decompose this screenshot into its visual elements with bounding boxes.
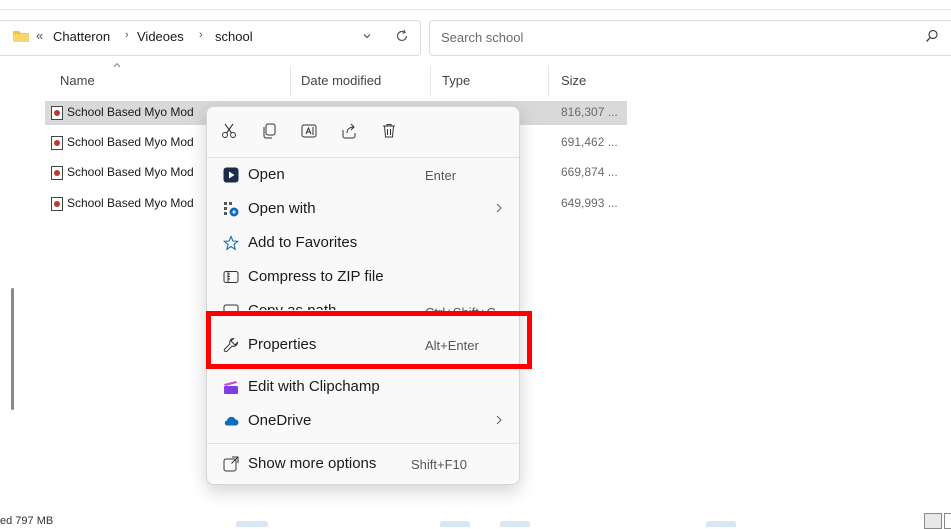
menu-item-shortcut: Enter — [425, 168, 457, 183]
taskbar-item[interactable] — [706, 521, 736, 527]
refresh-icon[interactable] — [395, 29, 409, 43]
rename-button[interactable] — [295, 117, 323, 145]
star-icon — [223, 235, 239, 251]
file-size: 691,462 ... — [561, 135, 618, 149]
menu-item-label: Open — [248, 166, 285, 183]
menu-item-label: Compress to ZIP file — [248, 268, 384, 285]
media-player-icon — [223, 167, 239, 183]
submenu-arrow-icon — [495, 414, 503, 426]
menu-separator — [207, 157, 519, 158]
taskbar-item[interactable] — [236, 521, 268, 527]
menu-item-open-with[interactable]: Open with — [211, 193, 515, 225]
column-divider[interactable] — [548, 66, 549, 96]
share-icon — [335, 122, 363, 140]
cut-icon — [215, 122, 243, 140]
breadcrumb-chatteron[interactable]: Chatteron — [53, 29, 110, 44]
folder-icon — [12, 28, 30, 44]
breadcrumb-separator: › — [199, 29, 203, 41]
video-file-icon — [51, 106, 63, 120]
column-divider[interactable] — [430, 66, 431, 96]
clipchamp-icon — [223, 379, 239, 395]
menu-item-label: Copy as path — [248, 302, 336, 310]
open-with-icon — [223, 201, 239, 217]
video-file-icon — [51, 136, 63, 150]
cut-button[interactable] — [215, 117, 243, 145]
breadcrumb-school[interactable]: school — [215, 29, 253, 44]
menu-item-label: Open with — [248, 200, 316, 217]
column-header-type[interactable]: Type — [442, 73, 470, 88]
menu-item-show-more-options[interactable]: Show more options Shift+F10 — [211, 448, 515, 480]
copy-path-icon — [223, 303, 239, 311]
submenu-arrow-icon — [495, 202, 503, 214]
taskbar-item[interactable] — [440, 521, 470, 527]
copy-icon — [255, 122, 283, 140]
delete-icon — [375, 122, 403, 140]
file-size: 816,307 ... — [561, 105, 618, 119]
menu-separator — [207, 443, 519, 444]
delete-button[interactable] — [375, 117, 403, 145]
file-name: School Based Myo Mod — [67, 105, 194, 119]
breadcrumb-overflow[interactable]: « — [36, 28, 43, 43]
file-size: 649,993 ... — [561, 196, 618, 210]
file-size: 669,874 ... — [561, 165, 618, 179]
context-menu: Open Enter Open with Add to Favorites Co… — [206, 106, 520, 485]
sort-ascending-icon — [112, 61, 122, 69]
search-icon[interactable] — [925, 29, 939, 43]
column-header-name[interactable]: Name — [60, 73, 95, 88]
title-divider — [0, 9, 951, 10]
file-name: School Based Myo Mod — [67, 196, 194, 210]
status-selection-size: ed 797 MB — [0, 515, 54, 527]
rename-icon — [295, 122, 323, 140]
more-options-icon — [223, 456, 239, 472]
breadcrumb-videoes[interactable]: Videoes — [137, 29, 184, 44]
menu-item-label: Add to Favorites — [248, 234, 358, 251]
file-name: School Based Myo Mod — [67, 165, 194, 179]
search-input[interactable]: Search school — [441, 30, 523, 45]
menu-item-compress-to-zip[interactable]: Compress to ZIP file — [211, 261, 515, 293]
cloud-icon — [223, 413, 239, 429]
properties-highlight-box — [206, 311, 532, 369]
menu-item-shortcut: Shift+F10 — [411, 457, 468, 472]
video-file-icon — [51, 197, 63, 211]
menu-item-onedrive[interactable]: OneDrive — [211, 405, 515, 437]
menu-item-label: OneDrive — [248, 412, 312, 429]
share-button[interactable] — [335, 117, 363, 145]
file-name: School Based Myo Mod — [67, 135, 194, 149]
scrollbar-thumb[interactable] — [11, 288, 14, 410]
menu-item-label: Edit with Clipchamp — [248, 378, 380, 395]
menu-item-open[interactable]: Open Enter — [211, 159, 515, 191]
column-divider[interactable] — [290, 66, 291, 96]
video-file-icon — [51, 166, 63, 180]
breadcrumb-separator: › — [125, 29, 129, 41]
menu-item-label: Show more options — [248, 455, 377, 472]
column-header-size[interactable]: Size — [561, 73, 586, 88]
menu-item-edit-with-clipchamp[interactable]: Edit with Clipchamp — [211, 371, 515, 403]
zip-icon — [223, 269, 239, 285]
column-header-date-modified[interactable]: Date modified — [301, 73, 381, 88]
taskbar-item[interactable] — [500, 521, 530, 527]
menu-item-add-to-favorites[interactable]: Add to Favorites — [211, 227, 515, 259]
chevron-down-icon[interactable] — [362, 31, 372, 41]
copy-button[interactable] — [255, 117, 283, 145]
